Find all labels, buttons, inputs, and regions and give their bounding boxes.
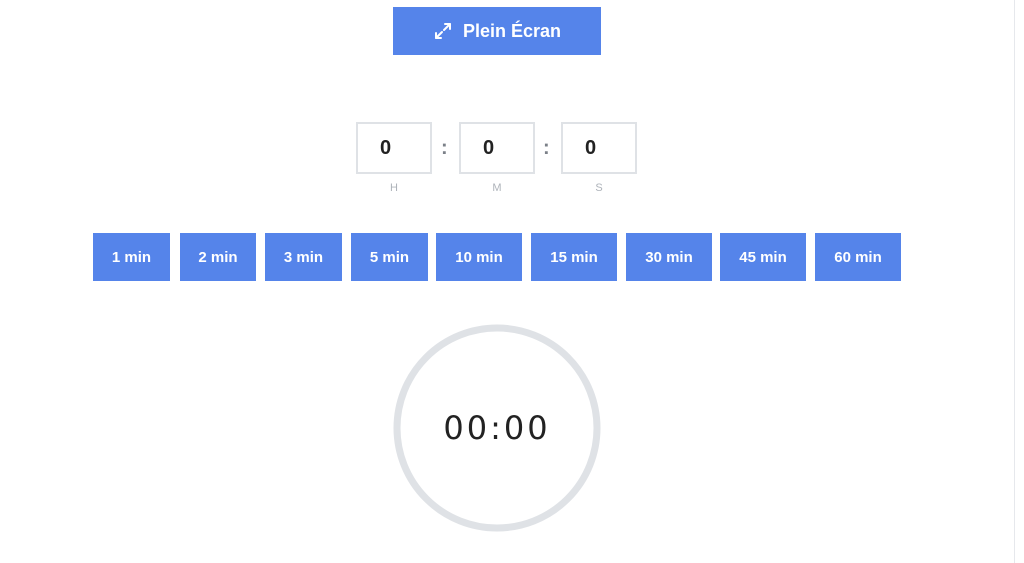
preset-2-min-button[interactable]: 2 min [180, 233, 256, 281]
preset-15-min-button[interactable]: 15 min [531, 233, 617, 281]
hours-field-group: H [356, 122, 432, 194]
preset-10-min-button[interactable]: 10 min [436, 233, 522, 281]
minutes-unit-label: M [492, 182, 502, 194]
preset-1-min-button[interactable]: 1 min [93, 233, 170, 281]
preset-60-min-button[interactable]: 60 min [815, 233, 901, 281]
seconds-input[interactable] [561, 122, 637, 174]
timer-page: Plein Écran H : M : S 1 min 2 min 3 min … [0, 0, 1024, 563]
expand-arrows-icon [433, 21, 453, 41]
fullscreen-button[interactable]: Plein Écran [393, 7, 601, 55]
fullscreen-label: Plein Écran [462, 20, 562, 41]
hours-input[interactable] [356, 122, 432, 174]
time-inputs: H : M : S [356, 122, 638, 198]
countdown-display: 00:00 [443, 409, 551, 447]
minutes-input[interactable] [459, 122, 535, 174]
preset-30-min-button[interactable]: 30 min [626, 233, 712, 281]
preset-3-min-button[interactable]: 3 min [265, 233, 342, 281]
seconds-field-group: S [561, 122, 637, 194]
minutes-field-group: M [459, 122, 535, 194]
hours-unit-label: H [390, 182, 398, 194]
time-separator: : [543, 137, 550, 159]
seconds-unit-label: S [595, 182, 603, 194]
time-separator: : [441, 137, 448, 159]
scrollbar-divider [1014, 0, 1015, 563]
preset-5-min-button[interactable]: 5 min [351, 233, 428, 281]
preset-45-min-button[interactable]: 45 min [720, 233, 806, 281]
countdown-clock: 00:00 [393, 324, 601, 532]
